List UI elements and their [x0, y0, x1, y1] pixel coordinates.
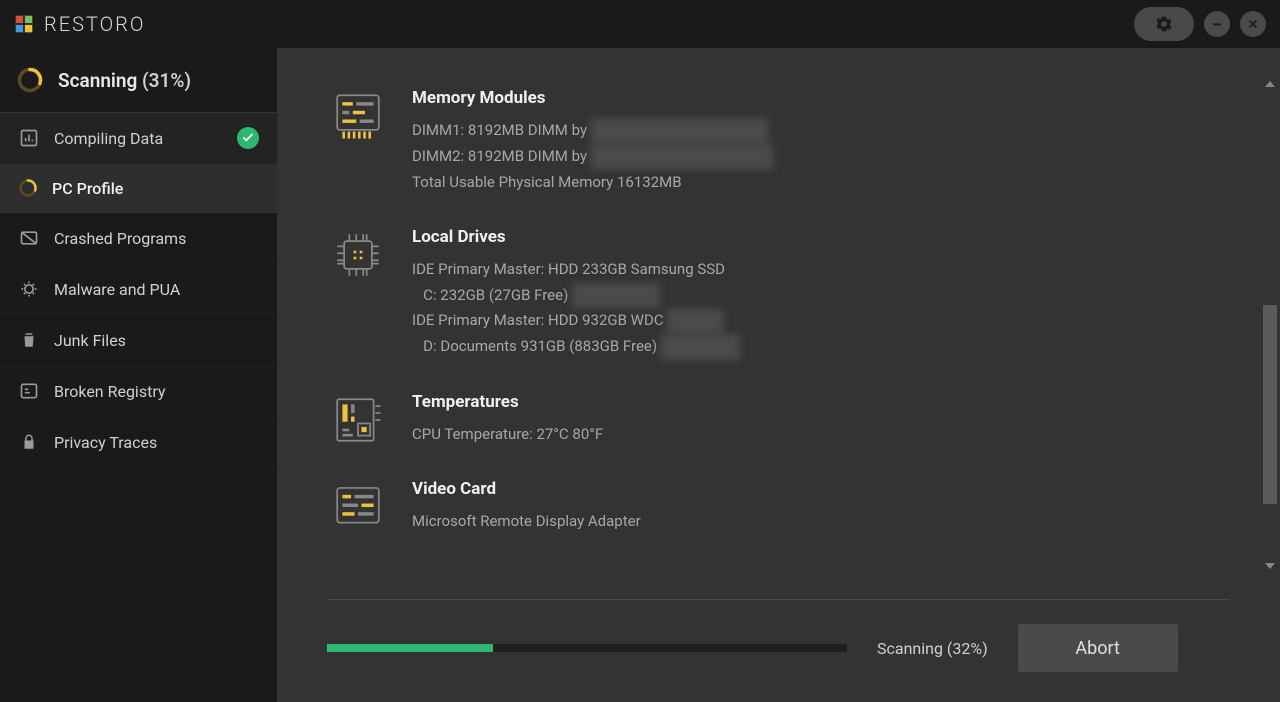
progress-fill	[327, 644, 493, 652]
spinner-icon	[18, 178, 38, 198]
sidebar-item-label: Broken Registry	[54, 382, 165, 401]
bug-icon	[18, 278, 40, 300]
settings-button[interactable]	[1134, 7, 1194, 41]
scan-status-header: Scanning (31%)	[0, 48, 277, 113]
lock-icon	[18, 431, 40, 453]
sidebar-item-label: Compiling Data	[54, 129, 163, 148]
minimize-icon	[1209, 16, 1225, 32]
drive-line2: C: 232GB (27GB Free) XX XXXXXXX	[412, 283, 1230, 309]
sidebar: Scanning (31%) Compiling Data PC Profil	[0, 48, 277, 702]
cpu-chip-icon	[332, 229, 384, 281]
sidebar-item-compiling-data[interactable]: Compiling Data	[0, 113, 277, 164]
footer: Scanning (32%) Abort	[277, 600, 1280, 702]
scroll-content: Memory Modules DIMM1: 8192MB DIMM by XXX…	[277, 48, 1280, 587]
memory-total: Total Usable Physical Memory 16132MB	[412, 170, 1230, 196]
window-controls	[1134, 7, 1266, 41]
temp-title: Temperatures	[412, 392, 1230, 412]
cpu-temp: CPU Temperature: 27°C 80°F	[412, 422, 1230, 448]
window-crash-icon	[18, 227, 40, 249]
video-title: Video Card	[412, 479, 1230, 499]
main-panel: Memory Modules DIMM1: 8192MB DIMM by XXX…	[277, 48, 1280, 702]
close-icon	[1246, 17, 1260, 31]
drive-line3: IDE Primary Master: HDD 932GB WDC XXXXXX	[412, 308, 1230, 334]
memory-icon	[332, 90, 384, 142]
sidebar-item-pc-profile[interactable]: PC Profile	[0, 164, 277, 213]
scrollbar-thumb[interactable]	[1263, 305, 1277, 504]
scroll-up-icon[interactable]	[1263, 76, 1277, 92]
drive-line1: IDE Primary Master: HDD 233GB Samsung SS…	[412, 257, 1230, 283]
titlebar: RESTORO	[0, 0, 1280, 48]
app-logo-icon	[14, 14, 34, 34]
drives-title: Local Drives	[412, 227, 1230, 247]
abort-button[interactable]: Abort	[1018, 624, 1178, 672]
logo: RESTORO	[14, 12, 145, 36]
progress-bar	[327, 644, 847, 652]
registry-icon	[18, 380, 40, 402]
memory-dimm1: DIMM1: 8192MB DIMM by XXXXXXXXXX XX XXXX…	[412, 118, 1230, 144]
video-section: Video Card Microsoft Remote Display Adap…	[332, 479, 1230, 535]
sidebar-item-label: Crashed Programs	[54, 229, 186, 248]
video-adapter: Microsoft Remote Display Adapter	[412, 509, 1230, 535]
motherboard-icon	[332, 394, 384, 446]
sidebar-item-privacy-traces[interactable]: Privacy Traces	[0, 417, 277, 468]
gear-icon	[1154, 14, 1174, 34]
sidebar-item-label: Junk Files	[54, 331, 126, 350]
close-button[interactable]	[1240, 11, 1266, 37]
scroll-down-icon[interactable]	[1263, 558, 1277, 574]
scan-header-label: Scanning (31%)	[58, 69, 191, 92]
app-name: RESTORO	[44, 12, 145, 36]
spinner-icon	[16, 66, 44, 94]
sidebar-item-junk-files[interactable]: Junk Files	[0, 315, 277, 366]
sidebar-item-broken-registry[interactable]: Broken Registry	[0, 366, 277, 417]
memory-section: Memory Modules DIMM1: 8192MB DIMM by XXX…	[332, 88, 1230, 195]
sidebar-item-crashed-programs[interactable]: Crashed Programs	[0, 213, 277, 264]
sidebar-item-label: Privacy Traces	[54, 433, 157, 452]
check-icon	[237, 127, 259, 149]
sidebar-item-malware[interactable]: Malware and PUA	[0, 264, 277, 315]
drives-section: Local Drives IDE Primary Master: HDD 233…	[332, 227, 1230, 360]
drive-line4: D: Documents 931GB (883GB Free) X XXXXXX…	[412, 334, 1230, 360]
footer-status-text: Scanning (32%)	[877, 639, 988, 658]
trash-icon	[18, 329, 40, 351]
memory-title: Memory Modules	[412, 88, 1230, 108]
temperatures-section: Temperatures CPU Temperature: 27°C 80°F	[332, 392, 1230, 448]
minimize-button[interactable]	[1204, 11, 1230, 37]
gpu-icon	[332, 481, 384, 533]
chart-icon	[18, 127, 40, 149]
sidebar-item-label: PC Profile	[52, 179, 123, 198]
vertical-scrollbar[interactable]	[1263, 76, 1277, 574]
memory-dimm2: DIMM2: 8192MB DIMM by XXXXXXXXXX XXXXXXX…	[412, 144, 1230, 170]
sidebar-item-label: Malware and PUA	[54, 280, 180, 299]
